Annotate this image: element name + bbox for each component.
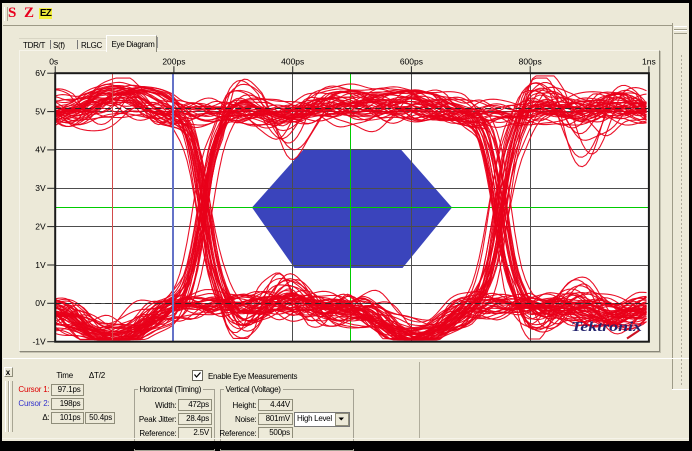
svg-text:6V: 6V <box>35 68 46 78</box>
svg-text:0V: 0V <box>35 298 46 308</box>
svg-text:0s: 0s <box>49 57 58 67</box>
svg-text:800ps: 800ps <box>519 57 542 67</box>
svg-text:1V: 1V <box>35 260 46 270</box>
svg-text:200ps: 200ps <box>162 57 185 67</box>
svg-text:600ps: 600ps <box>400 57 423 67</box>
svg-text:4V: 4V <box>35 145 46 155</box>
svg-text:3V: 3V <box>35 183 46 193</box>
svg-text:5V: 5V <box>35 106 46 116</box>
svg-text:1ns: 1ns <box>642 57 656 67</box>
svg-text:Tektronix: Tektronix <box>571 319 642 334</box>
svg-text:2V: 2V <box>35 221 46 231</box>
svg-text:-1V: -1V <box>32 337 46 347</box>
svg-text:400ps: 400ps <box>281 57 304 67</box>
